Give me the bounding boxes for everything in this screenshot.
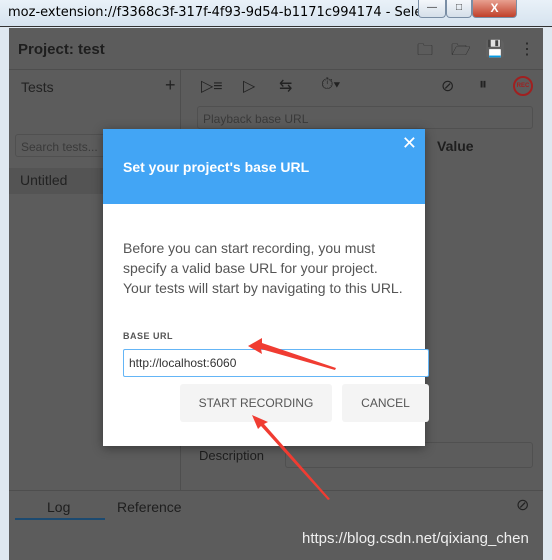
close-icon[interactable]: ✕ [402, 133, 417, 154]
value-column-header: Value [437, 138, 474, 154]
window-title: moz-extension://f3368c3f-317f-4f93-9d54-… [8, 5, 486, 20]
dialog-title: Set your project's base URL [123, 159, 310, 175]
project-header: Project: test 🗀 🗁 💾 ⋮ [9, 28, 543, 70]
dialog-header: Set your project's base URL ✕ [103, 129, 425, 204]
close-window-button[interactable]: X [472, 0, 517, 18]
project-title: Project: test [18, 41, 105, 58]
speed-icon[interactable]: ⏱▾ [321, 76, 340, 94]
tab-log[interactable]: Log [47, 499, 70, 515]
new-project-icon[interactable]: 🗀 [417, 39, 433, 66]
tests-dropdown[interactable]: Tests [21, 79, 54, 95]
base-url-dialog: Set your project's base URL ✕ Before you… [103, 129, 429, 446]
cancel-button[interactable]: CANCEL [342, 384, 429, 422]
start-recording-button[interactable]: START RECORDING [180, 384, 332, 422]
active-tab-indicator [15, 518, 105, 520]
description-label: Description [199, 448, 265, 463]
dialog-message: Before you can start recording, you must… [123, 240, 403, 296]
open-project-icon[interactable]: 🗁 [451, 39, 471, 66]
record-button[interactable]: REC [513, 76, 533, 96]
add-test-icon[interactable]: + [165, 75, 176, 96]
playback-url-select[interactable]: Playback base URL [197, 106, 533, 129]
save-project-icon[interactable]: 💾 [485, 39, 505, 59]
base-url-label: BASE URL [123, 331, 174, 341]
run-all-icon[interactable]: ▷≡ [201, 76, 223, 96]
tab-reference[interactable]: Reference [117, 499, 182, 515]
step-icon[interactable]: ⇆ [279, 76, 292, 96]
minimize-button[interactable]: — [418, 0, 446, 18]
base-url-input[interactable] [123, 349, 429, 377]
run-icon[interactable]: ▷ [243, 76, 255, 96]
window-titlebar: moz-extension://f3368c3f-317f-4f93-9d54-… [0, 0, 552, 27]
more-menu-icon[interactable]: ⋮ [519, 39, 535, 59]
bottom-panel: Log Reference ⊘ [9, 490, 543, 560]
pause-icon[interactable]: ⏸ [479, 76, 487, 94]
clear-log-icon[interactable]: ⊘ [516, 495, 529, 515]
watermark: https://blog.csdn.net/qixiang_chen [302, 530, 529, 547]
maximize-button[interactable]: □ [446, 0, 472, 18]
disable-breakpoints-icon[interactable]: ⊘ [441, 76, 454, 96]
